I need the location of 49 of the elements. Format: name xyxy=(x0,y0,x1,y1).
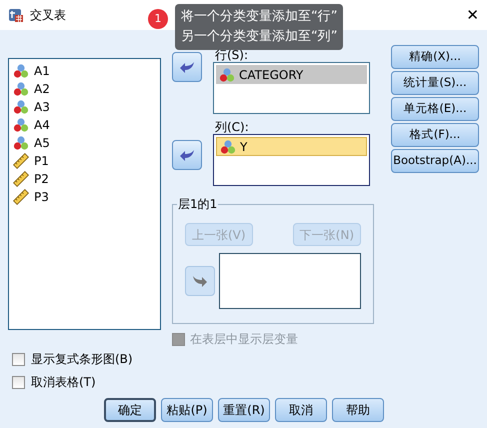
balls-icon xyxy=(13,135,29,151)
balls-icon xyxy=(13,117,29,133)
window-title: 交叉表 xyxy=(30,7,66,24)
variable-list-box[interactable]: CATEGORY xyxy=(213,62,370,114)
variable-item[interactable]: CATEGORY xyxy=(216,65,367,84)
variable-item[interactable]: A5 xyxy=(13,134,156,152)
layer-title: 层1的1 xyxy=(177,196,218,212)
checkbox[interactable] xyxy=(12,352,25,366)
checkbox-label: 取消表格(T) xyxy=(31,374,96,391)
tooltip-text: 另一个分类变量添加至“列” xyxy=(181,28,338,46)
options-button[interactable]: 精确(X)... xyxy=(391,45,479,69)
curved-arrow-icon xyxy=(179,61,195,73)
balls-icon xyxy=(13,81,29,97)
checkbox-label: 在表层中显示层变量 xyxy=(190,331,298,348)
variable-item[interactable]: A4 xyxy=(13,116,156,134)
move-left-button[interactable] xyxy=(172,52,202,82)
row-label: 行(S): xyxy=(215,48,250,62)
curved-arrow-icon xyxy=(179,149,195,161)
variable-list-box[interactable]: Y xyxy=(213,134,370,186)
table-icon xyxy=(8,7,24,23)
variable-item[interactable]: A1 xyxy=(13,62,156,80)
layer-list-box[interactable] xyxy=(219,253,361,309)
variable-item[interactable]: P2 xyxy=(13,170,156,188)
balls-icon xyxy=(220,138,236,154)
options-button[interactable]: Bootstrap(A)... xyxy=(391,149,479,173)
options-button[interactable]: 格式(F)... xyxy=(391,123,479,147)
checkbox-label: 显示复式条形图(B) xyxy=(31,351,133,368)
variable-item[interactable]: A3 xyxy=(13,98,156,116)
column-label: 列(C): xyxy=(215,120,250,134)
tooltip-text: 将一个分类变量添加至“行” xyxy=(181,8,338,26)
balls-icon xyxy=(13,99,29,115)
dialog-button[interactable]: 粘贴(P) xyxy=(161,398,213,422)
variable-item[interactable]: P1 xyxy=(13,152,156,170)
options-button[interactable]: 统计量(S)... xyxy=(391,71,479,95)
balls-icon xyxy=(13,63,29,79)
variable-item[interactable]: Y xyxy=(216,137,367,156)
checkbox[interactable] xyxy=(12,376,25,388)
curved-arrow-icon xyxy=(192,275,208,287)
dialog-button[interactable]: 重置(R) xyxy=(218,398,270,422)
move-left-button[interactable] xyxy=(172,140,202,170)
variable-item[interactable]: A2 xyxy=(13,80,156,98)
dialog-button[interactable]: 确定 xyxy=(104,398,156,422)
options-button[interactable]: 单元格(E)... xyxy=(391,97,479,121)
close-button[interactable]: ✕ xyxy=(466,8,479,22)
dialog-button[interactable]: 取消 xyxy=(275,398,327,422)
variable-item[interactable]: P3 xyxy=(13,188,156,206)
dialog-button[interactable]: 帮助 xyxy=(332,398,384,422)
source-variable-list[interactable]: A1 A2 A3 A4 A5 P1 P2 P3 xyxy=(8,58,161,330)
balls-icon xyxy=(219,66,235,82)
